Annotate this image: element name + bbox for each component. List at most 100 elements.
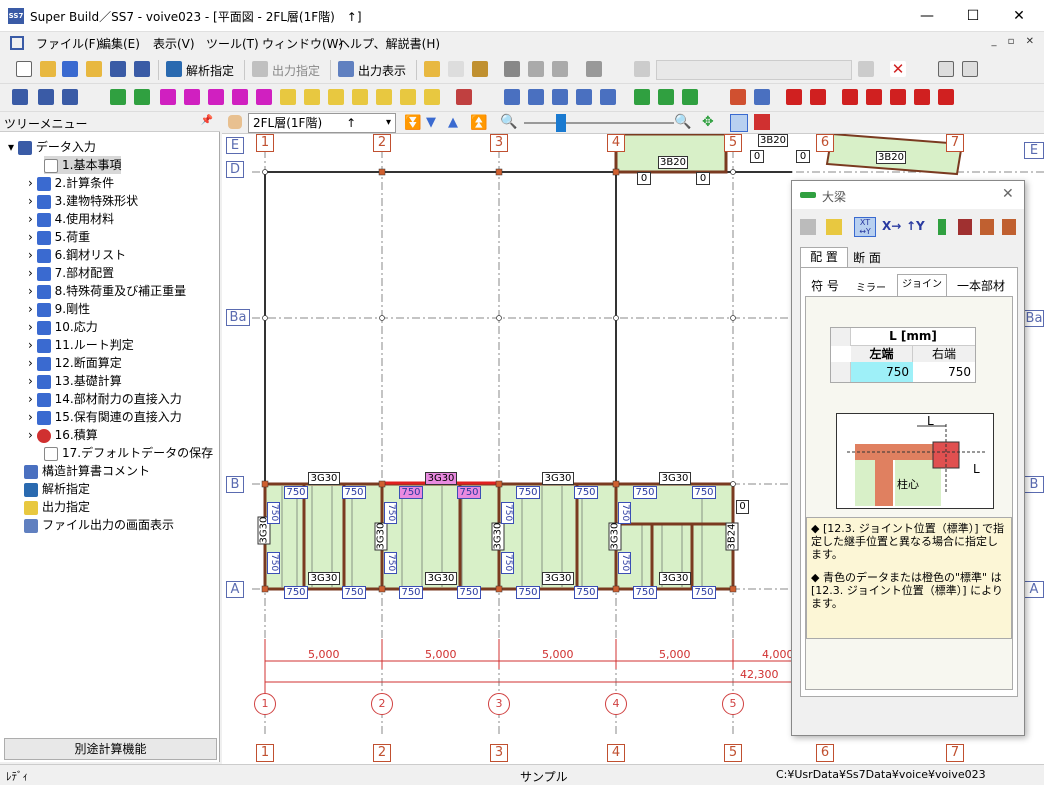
subtab-code[interactable]: 符 号	[807, 277, 843, 294]
tree-item-13[interactable]: › 13.基礎計算	[28, 372, 122, 390]
tree-item-16[interactable]: › 16.積算	[28, 426, 98, 444]
house-icon[interactable]	[730, 89, 746, 105]
brace-icon[interactable]	[208, 89, 224, 105]
tree-item-8[interactable]: › 8.特殊荷重及び補正重量	[28, 282, 186, 300]
tree-item-7[interactable]: › 7.部材配置	[28, 264, 114, 282]
tree-item-1[interactable]: 1.基本事項	[44, 156, 122, 174]
frame-icon[interactable]	[1002, 219, 1016, 235]
down-floor-icon[interactable]: ▼	[426, 115, 436, 130]
node-icon[interactable]	[552, 89, 568, 105]
load-left-icon[interactable]	[938, 89, 954, 105]
lock-icon[interactable]	[86, 61, 102, 77]
load-down2-icon[interactable]	[810, 89, 826, 105]
window1-icon[interactable]	[938, 61, 954, 77]
load-box-icon[interactable]	[914, 89, 930, 105]
paste-icon[interactable]	[448, 61, 464, 77]
y-direction-icon[interactable]: ↑Y	[906, 219, 925, 233]
wall-icon[interactable]	[160, 89, 176, 105]
tree-other-analysis[interactable]: 解析指定	[24, 480, 90, 498]
brush-icon[interactable]	[472, 61, 488, 77]
column-icon[interactable]	[110, 89, 126, 105]
zoom-in-icon[interactable]: 🔍	[674, 114, 691, 130]
step-icon[interactable]	[376, 89, 392, 105]
print-preview-icon[interactable]	[528, 61, 544, 77]
link-icon[interactable]	[754, 89, 770, 105]
tree-item-10[interactable]: › 10.応力	[28, 318, 98, 336]
tree-item-17[interactable]: 17.デフォルトデータの保存	[44, 444, 213, 462]
load-point-icon[interactable]	[866, 89, 882, 105]
box-icon[interactable]	[232, 89, 248, 105]
menu-file[interactable]: ファイル(F)	[36, 35, 100, 52]
output-spec-icon[interactable]	[252, 61, 268, 77]
scale-icon[interactable]	[528, 89, 544, 105]
tree-other-comment[interactable]: 構造計算書コメント	[24, 462, 150, 480]
joint-left-input[interactable]: 750	[851, 362, 913, 382]
print-icon[interactable]	[504, 61, 520, 77]
subtab-single[interactable]: 一本部材	[951, 277, 1011, 294]
stair-icon[interactable]	[352, 89, 368, 105]
block-icon[interactable]	[980, 219, 994, 235]
output-spec-button[interactable]: 出力指定	[272, 62, 320, 79]
comment-icon[interactable]	[586, 61, 602, 77]
analysis-icon[interactable]	[166, 61, 182, 77]
building-icon[interactable]	[62, 89, 78, 105]
load-dist-icon[interactable]	[842, 89, 858, 105]
analysis-button[interactable]: 解析指定	[186, 62, 234, 79]
save-icon[interactable]	[110, 61, 126, 77]
tree-item-9[interactable]: › 9.剛性	[28, 300, 90, 318]
load-right-icon[interactable]	[890, 89, 906, 105]
x-direction-icon[interactable]: X→	[882, 219, 901, 233]
tree-item-11[interactable]: › 11.ルート判定	[28, 336, 134, 354]
zoom-out-icon[interactable]: 🔍	[500, 114, 517, 130]
save-as-icon[interactable]	[134, 61, 150, 77]
window2-icon[interactable]	[962, 61, 978, 77]
grid-icon[interactable]	[38, 89, 54, 105]
tab-section[interactable]: 断 面	[846, 250, 888, 267]
mdi-controls[interactable]: _ ▫ ✕	[991, 36, 1038, 47]
delete-icon[interactable]: ✕	[890, 61, 906, 77]
step3-icon[interactable]	[424, 89, 440, 105]
hand-icon[interactable]	[228, 115, 242, 129]
copy-icon[interactable]	[424, 61, 440, 77]
up-floor-icon[interactable]: ▲	[448, 115, 458, 130]
tree-other-file[interactable]: ファイル出力の画面表示	[24, 516, 174, 534]
menu-help[interactable]: ヘルプ、解説書(H)	[338, 35, 440, 52]
tree-item-5[interactable]: › 5.荷重	[28, 228, 90, 246]
pencil-icon[interactable]	[280, 89, 296, 105]
tab-layout[interactable]: 配 置	[800, 247, 848, 267]
tree-item-6[interactable]: › 6.鋼材リスト	[28, 246, 126, 264]
joint-right-input[interactable]: 750	[913, 362, 975, 382]
tree-item-2[interactable]: › 2.計算条件	[28, 174, 114, 192]
mesh-icon[interactable]	[456, 89, 472, 105]
menu-tool[interactable]: ツール(T)	[206, 35, 259, 52]
opening-icon[interactable]	[256, 89, 272, 105]
tree-item-12[interactable]: › 12.断面算定	[28, 354, 122, 372]
subtab-joint[interactable]: ジョイント	[897, 274, 947, 310]
menu-view[interactable]: 表示(V)	[153, 35, 195, 52]
floor-select[interactable]: 2FL層(1F階) ↑ ▾	[248, 113, 396, 133]
undo-icon[interactable]	[634, 61, 650, 77]
open-icon[interactable]	[40, 61, 56, 77]
beam-join-icon[interactable]	[658, 89, 674, 105]
minimize-button[interactable]: —	[904, 0, 950, 32]
subtab-mirror[interactable]: ミラー	[849, 279, 893, 294]
measure-icon[interactable]	[504, 89, 520, 105]
floor-down-toggle-icon[interactable]	[754, 114, 770, 130]
slab-icon[interactable]	[184, 89, 200, 105]
beam-icon[interactable]	[134, 89, 150, 105]
redo-icon[interactable]	[858, 61, 874, 77]
column-icon[interactable]	[938, 219, 946, 235]
menu-edit[interactable]: 編集(E)	[99, 35, 140, 52]
property-icon[interactable]	[826, 219, 842, 235]
first-floor-icon[interactable]: ⏬	[404, 115, 421, 131]
pan-icon[interactable]: ✥	[702, 114, 714, 130]
zoom-slider-track[interactable]	[524, 122, 674, 124]
dialog-close-icon[interactable]: ✕	[1002, 186, 1014, 202]
maximize-button[interactable]: ☐	[950, 0, 996, 32]
pin-icon[interactable]	[600, 89, 616, 105]
beam-section-icon[interactable]	[958, 219, 972, 235]
grid-open-icon[interactable]	[62, 61, 78, 77]
step2-icon[interactable]	[400, 89, 416, 105]
zoom-slider-thumb[interactable]	[556, 114, 566, 132]
tree-root[interactable]: ▾ データ入力	[8, 138, 96, 156]
